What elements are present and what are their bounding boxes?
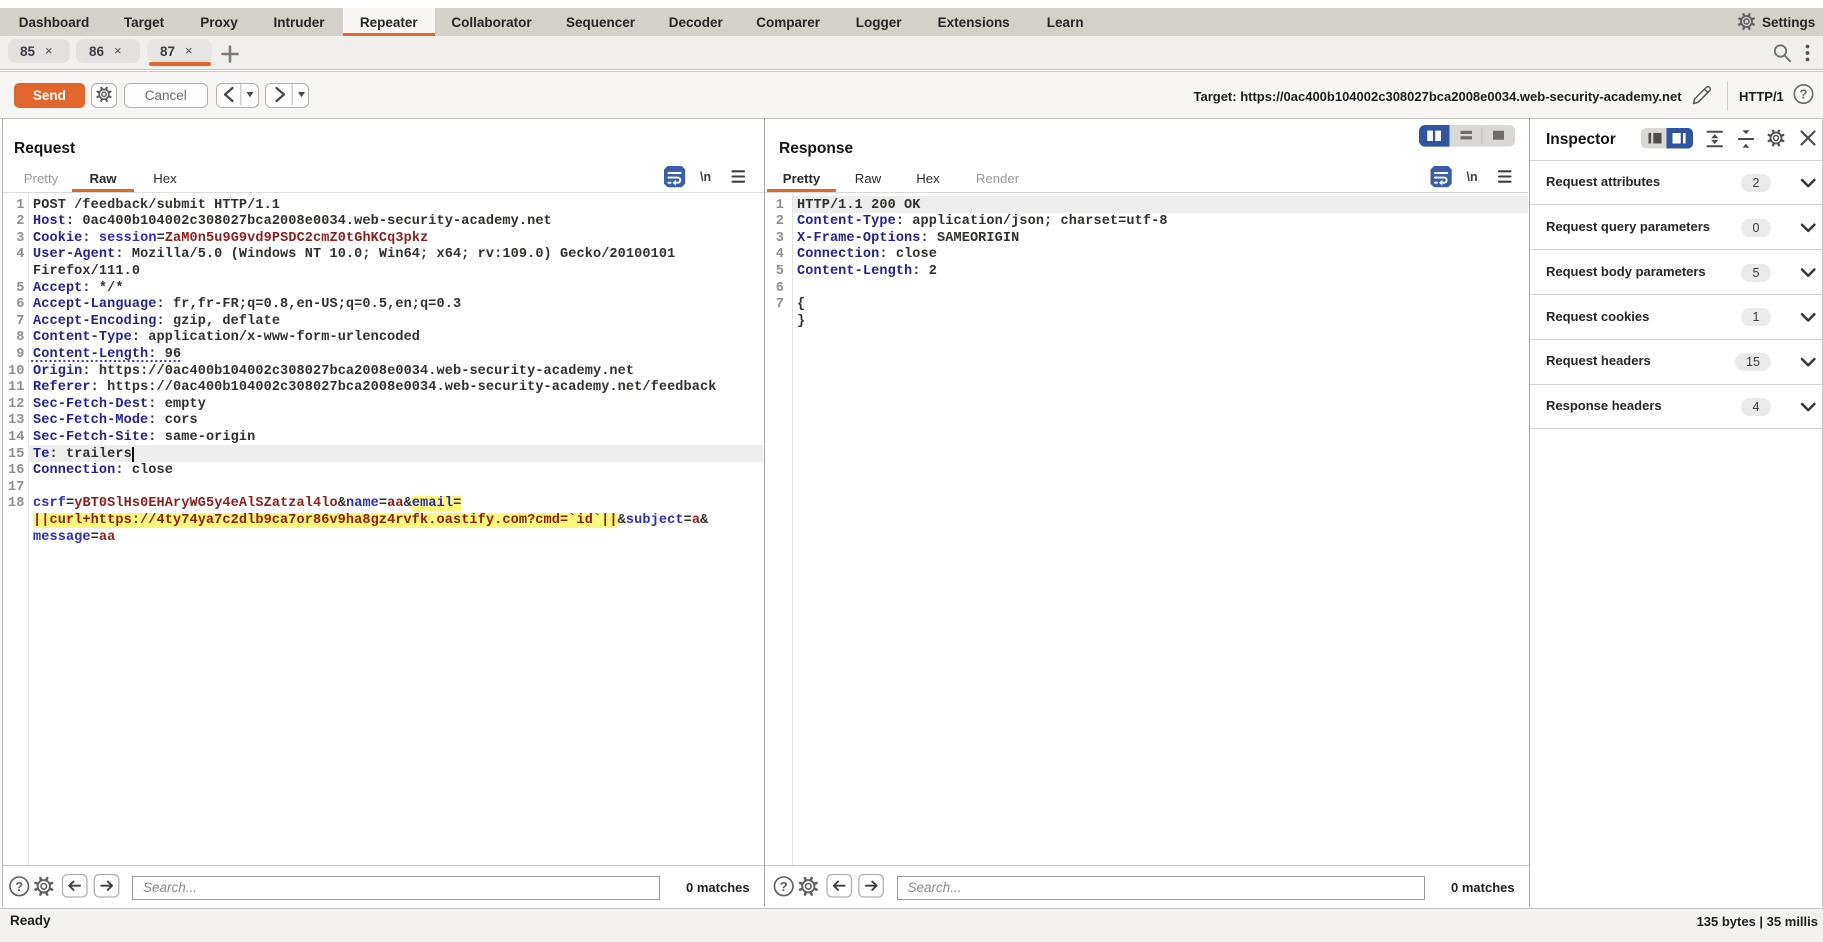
svg-text:?: ? (15, 879, 23, 894)
svg-text:?: ? (780, 879, 788, 894)
svg-text:?: ? (1800, 87, 1808, 102)
